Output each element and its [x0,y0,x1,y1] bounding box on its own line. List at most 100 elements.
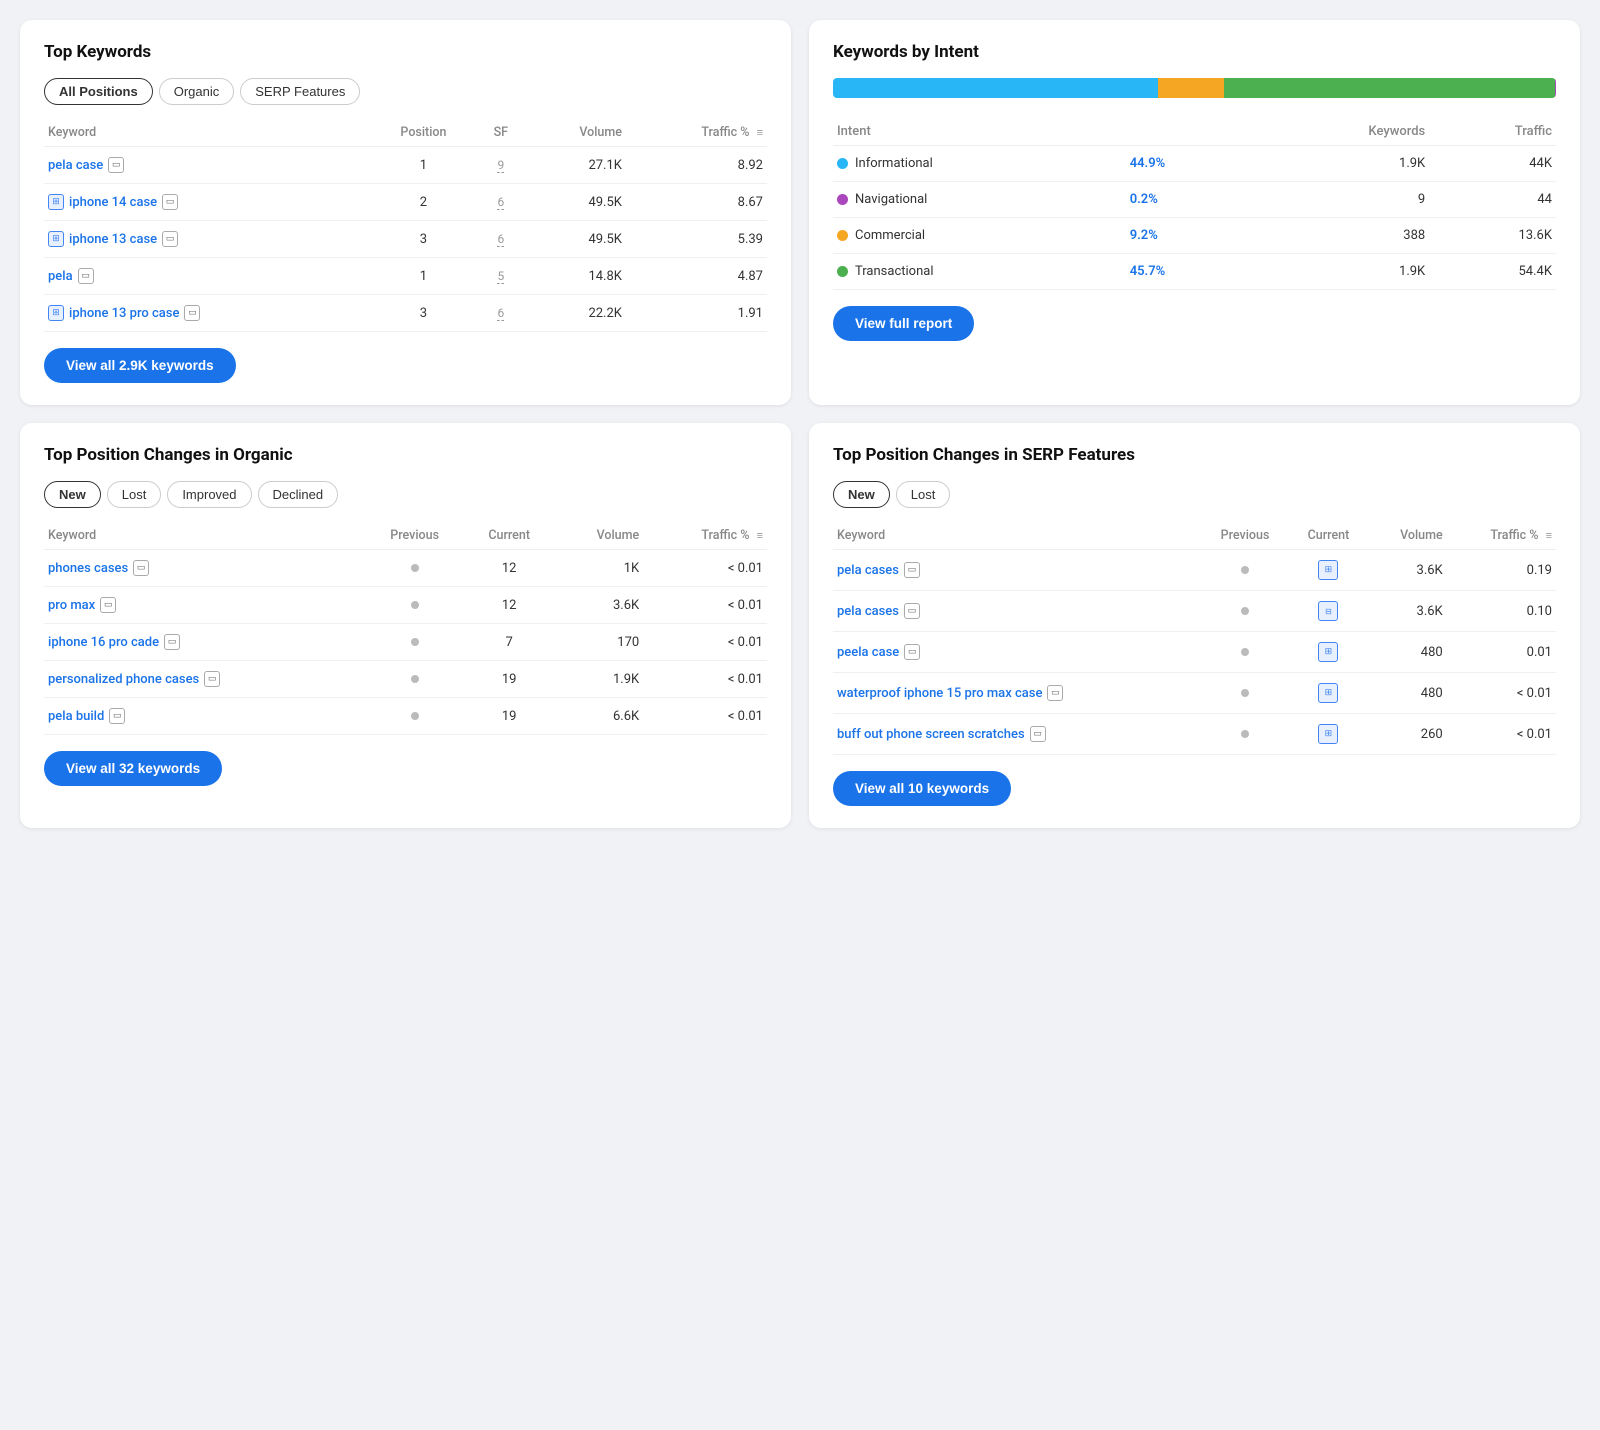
prev-dot [1241,730,1249,738]
tab-lost-organic[interactable]: Lost [107,481,162,508]
top-position-organic-card: Top Position Changes in Organic New Lost… [20,423,791,828]
keyword-link[interactable]: pela ▭ [48,268,365,284]
volume-cell: 3.6K [1367,591,1446,632]
keyword-link[interactable]: pela case ▭ [48,157,365,173]
keyword-link[interactable]: ⊞ iphone 14 case ▭ [48,194,365,210]
tab-all-positions[interactable]: All Positions [44,78,153,105]
tab-declined-organic[interactable]: Declined [258,481,339,508]
table-row: pela cases ▭ ⊞ 3.6K 0.19 [833,550,1556,591]
view-all-keywords-button[interactable]: View all 2.9K keywords [44,348,236,383]
kw-cell: waterproof iphone 15 pro max case ▭ [833,673,1201,714]
sf-cell: 6 [478,184,523,221]
organic-tabs: New Lost Improved Declined [44,481,767,508]
keyword-link[interactable]: waterproof iphone 15 pro max case ▭ [837,685,1197,701]
tab-lost-serp[interactable]: Lost [896,481,951,508]
table-row: ⊞ iphone 13 case ▭ 3 6 49.5K 5.39 [44,221,767,258]
col-sf: SF [478,119,523,147]
keyword-link[interactable]: iphone 16 pro cade ▭ [48,634,360,650]
keyword-link[interactable]: pela cases ▭ [837,603,1197,619]
table-row: pela build ▭ 19 6.6K < 0.01 [44,698,767,735]
keyword-link[interactable]: ⊞ iphone 13 pro case ▭ [48,305,365,321]
prev-dot [411,564,419,572]
sf-cell: 9 [478,147,523,184]
keyword-link[interactable]: pela build ▭ [48,708,360,724]
tab-serp-features[interactable]: SERP Features [240,78,360,105]
top-position-serp-title: Top Position Changes in SERP Features [833,445,1556,465]
minus-square-icon: ▭ [904,603,920,619]
traffic-cell: 8.67 [626,184,767,221]
keyword-link[interactable]: pro max ▭ [48,597,360,613]
kw-cell: personalized phone cases ▭ [44,661,364,698]
table-row: personalized phone cases ▭ 19 1.9K < 0.0… [44,661,767,698]
kw-cell: peela case ▭ [833,632,1201,673]
kw-cell: pela cases ▭ [833,591,1201,632]
col-traffic: Traffic % ≡ [626,119,767,147]
kw-cell: ⊞ iphone 13 case ▭ [44,221,369,258]
table-row: pela ▭ 1 5 14.8K 4.87 [44,258,767,295]
keyword-link[interactable]: ⊞ iphone 13 case ▭ [48,231,365,247]
kw-count-cell: 9 [1248,182,1430,218]
organic-filter-icon[interactable]: ≡ [757,529,763,542]
keyword-link[interactable]: peela case ▭ [837,644,1197,660]
view-full-report-button[interactable]: View full report [833,306,974,341]
minus-square-icon: ▭ [162,194,178,210]
pct-cell: 0.2% [1126,182,1248,218]
table-row: iphone 16 pro cade ▭ 7 170 < 0.01 [44,624,767,661]
view-all-serp-button[interactable]: View all 10 keywords [833,771,1011,806]
serp-feature-icon: ⊞ [1318,724,1338,744]
top-keywords-table: Keyword Position SF Volume Traffic % ≡ p… [44,119,767,332]
col-volume: Volume [524,119,626,147]
kw-cell: phones cases ▭ [44,550,364,587]
prev-cell [1201,714,1290,755]
sf-cell: 5 [478,258,523,295]
prev-dot [411,675,419,683]
view-all-organic-button[interactable]: View all 32 keywords [44,751,222,786]
pct-cell: 45.7% [1126,254,1248,290]
prev-cell [1201,550,1290,591]
prev-cell [364,698,465,735]
position-cell: 3 [369,295,478,332]
traffic-count-cell: 54.4K [1429,254,1556,290]
traffic-filter-icon[interactable]: ≡ [757,126,763,139]
curr-cell: 19 [465,698,553,735]
prev-dot [1241,689,1249,697]
col-prev-organic: Previous [364,522,465,550]
pct-cell: 44.9% [1126,146,1248,182]
keyword-link[interactable]: personalized phone cases ▭ [48,671,360,687]
curr-cell: 12 [465,550,553,587]
table-row: pela cases ▭ ⊟ 3.6K 0.10 [833,591,1556,632]
traffic-count-cell: 44 [1429,182,1556,218]
kw-cell: ⊞ iphone 14 case ▭ [44,184,369,221]
tab-new-organic[interactable]: New [44,481,101,508]
tab-organic[interactable]: Organic [159,78,235,105]
volume-cell: 14.8K [524,258,626,295]
tab-improved-organic[interactable]: Improved [167,481,251,508]
tab-new-serp[interactable]: New [833,481,890,508]
minus-square-icon: ▭ [184,305,200,321]
kw-cell: buff out phone screen scratches ▭ [833,714,1201,755]
minus-square-icon: ▭ [162,231,178,247]
minus-square-icon: ▭ [108,157,124,173]
kw-count-cell: 1.9K [1248,146,1430,182]
col-kw-count: Keywords [1248,118,1430,146]
prev-cell [1201,632,1290,673]
table-row: Commercial 9.2% 388 13.6K [833,218,1556,254]
prev-dot [411,638,419,646]
serp-feature-icon2: ⊟ [1318,601,1338,621]
keyword-link[interactable]: phones cases ▭ [48,560,360,576]
keyword-link[interactable]: pela cases ▭ [837,562,1197,578]
prev-cell [364,624,465,661]
table-row: phones cases ▭ 12 1K < 0.01 [44,550,767,587]
intent-cell: Informational [833,146,1126,182]
traffic-cell: 5.39 [626,221,767,258]
curr-cell: ⊞ [1290,673,1368,714]
col-kw-organic: Keyword [44,522,364,550]
col-prev-serp: Previous [1201,522,1290,550]
col-position: Position [369,119,478,147]
col-traffic-count: Traffic [1429,118,1556,146]
keyword-link[interactable]: buff out phone screen scratches ▭ [837,726,1197,742]
table-row: pro max ▭ 12 3.6K < 0.01 [44,587,767,624]
serp-filter-icon[interactable]: ≡ [1546,529,1552,542]
top-position-organic-title: Top Position Changes in Organic [44,445,767,465]
traffic-cell: 4.87 [626,258,767,295]
